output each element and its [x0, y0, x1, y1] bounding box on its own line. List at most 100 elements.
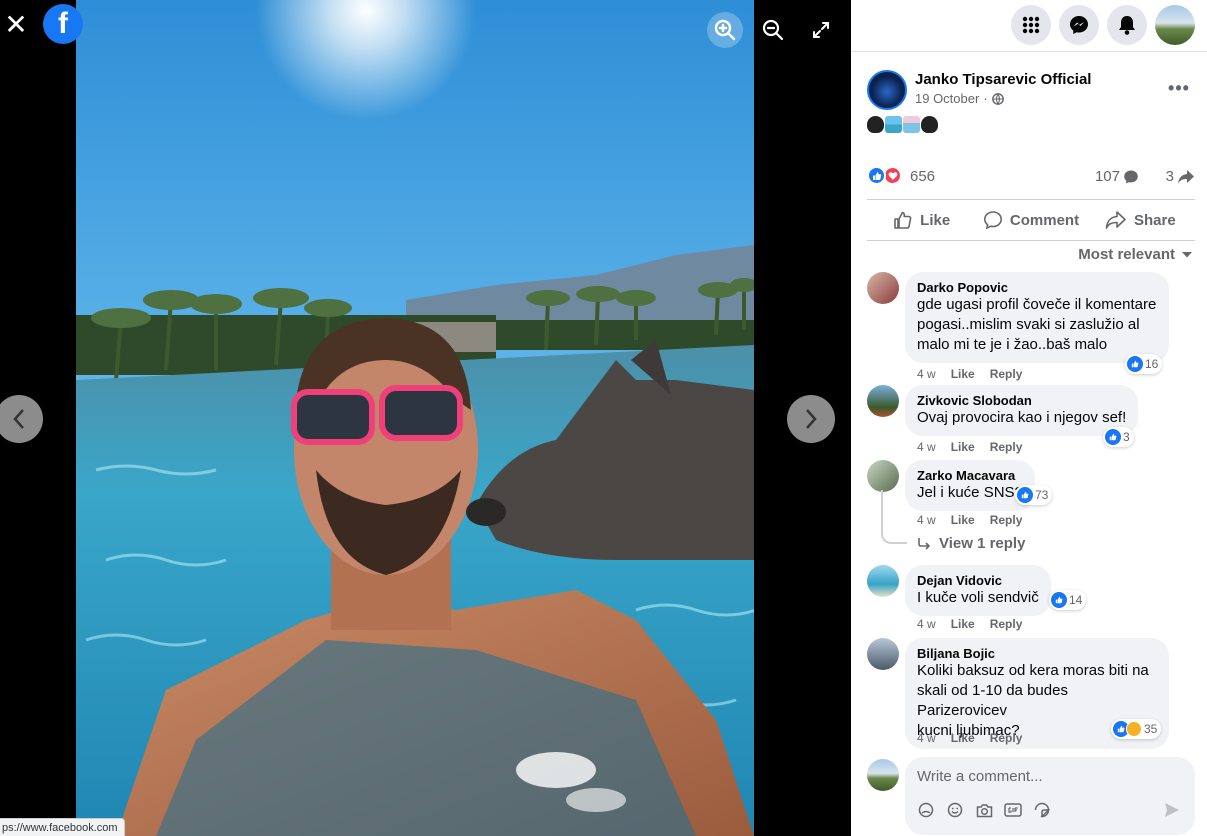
comment-reply-button[interactable]: Reply — [990, 440, 1023, 454]
comment-reply-button[interactable]: Reply — [990, 617, 1023, 631]
commenter-avatar[interactable] — [867, 385, 899, 417]
share-button[interactable]: Share — [1086, 200, 1195, 240]
comment-reply-button[interactable]: Reply — [990, 731, 1023, 745]
comment-time[interactable]: 4 w — [917, 440, 936, 454]
reaction-count: 73 — [1035, 488, 1049, 502]
sticker-button[interactable] — [1033, 801, 1051, 819]
comment-tools — [917, 801, 1051, 819]
view-replies-label: View 1 reply — [939, 535, 1026, 552]
like-button[interactable]: Like — [867, 200, 976, 240]
top-bar — [851, 0, 1207, 52]
fullscreen-button[interactable] — [805, 12, 837, 48]
comment-bubble: Dejan Vidovic I kuče voli sendvič — [905, 565, 1051, 616]
comment-time[interactable]: 4 w — [917, 367, 936, 381]
my-avatar[interactable] — [867, 759, 899, 791]
post-actions: Like Comment Share — [867, 199, 1195, 241]
meta-separator: · — [983, 91, 988, 106]
comment-reply-button[interactable]: Reply — [990, 513, 1023, 527]
facebook-logo[interactable]: f — [43, 4, 83, 44]
account-avatar[interactable] — [1155, 5, 1195, 45]
post-stats: 656 107 3 — [867, 166, 1195, 188]
comment-time[interactable]: 4 w — [917, 731, 936, 745]
avatar-sticker-button[interactable] — [917, 801, 935, 819]
messenger-icon — [1070, 16, 1088, 34]
commenter-avatar[interactable] — [867, 460, 899, 492]
comment-meta: 4 w Like Reply — [917, 440, 1022, 454]
reaction-count: 3 — [1123, 430, 1130, 444]
menu-button[interactable] — [1011, 5, 1051, 45]
comment-reply-button[interactable]: Reply — [990, 367, 1023, 381]
emoji-button[interactable] — [946, 801, 964, 819]
commenter-avatar[interactable] — [867, 565, 899, 597]
more-horizontal-icon: ••• — [1168, 77, 1190, 98]
share-icon — [1105, 211, 1126, 229]
comment-like-button[interactable]: Like — [951, 513, 975, 527]
like-label: Like — [920, 211, 951, 229]
like-reaction-icon — [1127, 356, 1143, 372]
emoji-icon — [947, 802, 963, 818]
comment-time[interactable]: 4 w — [917, 513, 936, 527]
comment-bubble: Zarko Macavara Jel i kuće SNS? — [905, 460, 1035, 511]
previous-photo-button[interactable] — [0, 395, 43, 443]
notifications-button[interactable] — [1107, 5, 1147, 45]
commenter-name[interactable]: Dejan Vidovic — [917, 573, 1039, 588]
reaction-count: 16 — [1145, 357, 1159, 371]
avatar-sticker-icon — [918, 802, 934, 818]
comment-time[interactable]: 4 w — [917, 617, 936, 631]
close-viewer-button[interactable]: ✕ — [0, 4, 32, 44]
comment-bubble: Zivkovic Slobodan Ovaj provocira kao i n… — [905, 385, 1139, 436]
photo-button[interactable] — [975, 801, 993, 819]
comment-like-button[interactable]: Like — [951, 731, 975, 745]
post-date[interactable]: 19 October — [915, 91, 979, 106]
comment-sort-dropdown[interactable]: Most relevant — [1078, 246, 1193, 263]
zoom-in-icon — [714, 19, 736, 41]
commenter-avatar[interactable] — [867, 272, 899, 304]
next-photo-button[interactable] — [787, 395, 835, 443]
comment-text: Jel i kuće SNS? — [917, 484, 1023, 501]
grid-menu-icon — [1022, 16, 1040, 34]
comment-text: Ovaj provocira kao i njegov sef! — [917, 409, 1127, 426]
comment-input[interactable]: Write a comment... — [905, 757, 1195, 835]
shares-count[interactable]: 3 — [1166, 168, 1195, 185]
comments-count-value: 107 — [1094, 168, 1120, 185]
black-heart-emoji-icon — [921, 116, 938, 133]
gif-button[interactable] — [1004, 801, 1022, 819]
post-panel: Janko Tipsarevic Official 19 October · •… — [851, 0, 1207, 836]
zoom-in-button[interactable] — [707, 12, 743, 48]
comment-button[interactable]: Comment — [976, 200, 1085, 240]
photo-viewer: ✕ f ps://www.facebook.com — [0, 0, 851, 836]
commenter-name[interactable]: Biljana Bojic — [917, 646, 1157, 661]
reaction-count: 14 — [1069, 593, 1083, 607]
comment-reactions[interactable]: 14 — [1049, 590, 1087, 610]
more-options-button[interactable]: ••• — [1163, 72, 1195, 104]
comment-reactions[interactable]: 3 — [1103, 427, 1134, 447]
comment-reactions[interactable]: 35 — [1111, 719, 1162, 739]
comment-like-button[interactable]: Like — [951, 367, 975, 381]
comment-meta: 4 w Like Reply — [917, 617, 1022, 631]
send-comment-button[interactable] — [1163, 801, 1181, 819]
commenter-name[interactable]: Darko Popovic — [917, 280, 1157, 295]
page-avatar[interactable] — [867, 70, 907, 110]
commenter-name[interactable]: Zivkovic Slobodan — [917, 393, 1126, 408]
page-name[interactable]: Janko Tipsarevic Official — [915, 71, 1091, 88]
comment-text: I kuče voli sendvič — [917, 589, 1039, 606]
haha-reaction-icon — [1126, 721, 1142, 737]
messenger-button[interactable] — [1059, 5, 1099, 45]
reactions-count[interactable]: 656 — [910, 168, 935, 185]
like-reaction-icon — [1017, 487, 1033, 503]
comment-reactions[interactable]: 73 — [1015, 485, 1053, 505]
globe-icon — [991, 92, 1004, 105]
comment-like-button[interactable]: Like — [951, 440, 975, 454]
shares-count-value: 3 — [1165, 168, 1174, 185]
view-replies-button[interactable]: View 1 reply — [917, 535, 1025, 552]
comments-count[interactable]: 107 — [1095, 168, 1139, 185]
beach-emoji-icon — [885, 116, 902, 133]
zoom-out-button[interactable] — [757, 12, 789, 48]
like-reaction-icon — [1051, 592, 1067, 608]
comment-reactions[interactable]: 16 — [1125, 354, 1163, 374]
send-icon — [1165, 803, 1179, 817]
commenter-name[interactable]: Zarko Macavara — [917, 468, 1023, 483]
commenter-avatar[interactable] — [867, 638, 899, 670]
comment-like-button[interactable]: Like — [951, 617, 975, 631]
thumbs-up-icon — [894, 211, 912, 229]
